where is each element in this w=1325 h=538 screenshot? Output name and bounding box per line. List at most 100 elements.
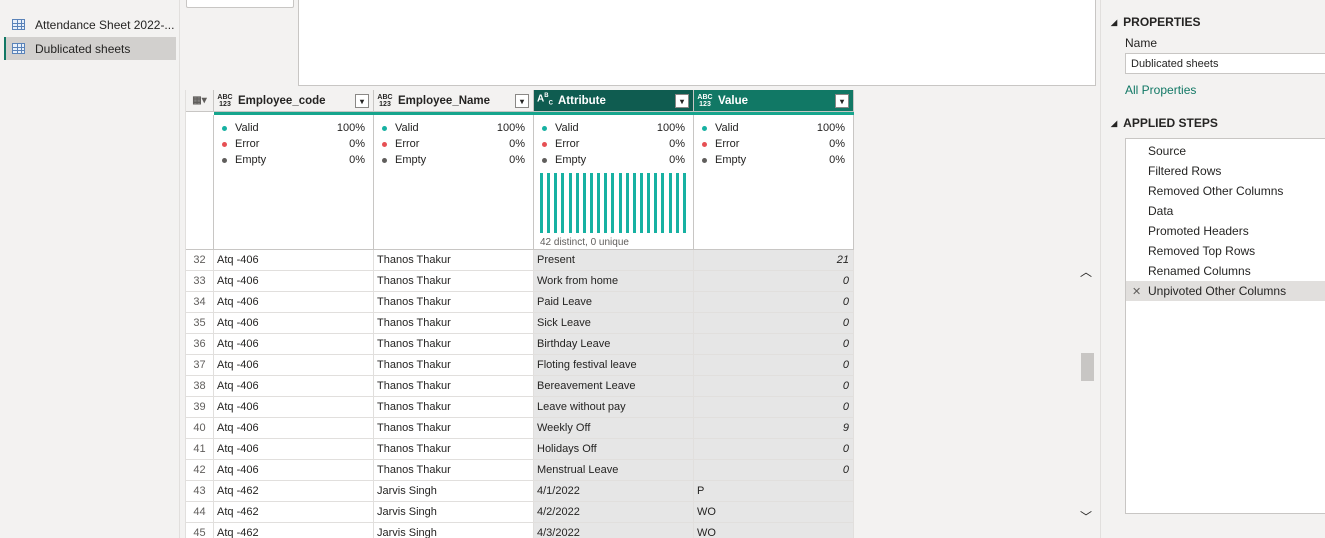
applied-step-item[interactable]: Removed Other Columns✱ — [1126, 181, 1325, 201]
applied-step-item[interactable]: Renamed Columns — [1126, 261, 1325, 281]
applied-steps-section-title[interactable]: ◢ APPLIED STEPS — [1111, 116, 1218, 130]
column-header-attribute[interactable]: ABC Attribute ▾ — [534, 90, 694, 112]
cell-employee-code[interactable]: Atq -406 — [214, 313, 374, 334]
row-number[interactable]: 39 — [186, 397, 214, 418]
table-row[interactable]: 42 Atq -406 Thanos Thakur Menstrual Leave 0 — [186, 460, 854, 481]
cell-value[interactable]: 0 — [694, 271, 854, 292]
cell-value[interactable]: 0 — [694, 313, 854, 334]
query-name-input[interactable] — [1125, 53, 1325, 74]
applied-step-item[interactable]: ✕ Unpivoted Other Columns — [1126, 281, 1325, 301]
cell-employee-code[interactable]: Atq -406 — [214, 250, 374, 271]
row-number[interactable]: 40 — [186, 418, 214, 439]
cell-employee-name[interactable]: Thanos Thakur — [374, 355, 534, 376]
cell-value[interactable]: 0 — [694, 439, 854, 460]
table-row[interactable]: 44 Atq -462 Jarvis Singh 4/2/2022 WO — [186, 502, 854, 523]
scroll-down-icon[interactable]: ﹀ — [1080, 508, 1092, 525]
table-row[interactable]: 36 Atq -406 Thanos Thakur Birthday Leave 0 — [186, 334, 854, 355]
cell-employee-name[interactable]: Thanos Thakur — [374, 334, 534, 355]
table-row[interactable]: 37 Atq -406 Thanos Thakur Floting festival … — [186, 355, 854, 376]
column-header-employee-code[interactable]: ABC 123 Employee_code ▾ — [214, 90, 374, 112]
vertical-scrollbar-thumb[interactable] — [1081, 353, 1094, 381]
query-item-dublicated-sheets[interactable]: Dublicated sheets — [4, 37, 176, 60]
table-row[interactable]: 43 Atq -462 Jarvis Singh 4/1/2022 P — [186, 481, 854, 502]
applied-step-item[interactable]: Data — [1126, 201, 1325, 221]
cell-employee-name[interactable]: Jarvis Singh — [374, 523, 534, 538]
distribution-chart[interactable] — [540, 173, 686, 233]
delete-step-icon[interactable]: ✕ — [1132, 285, 1141, 298]
table-row[interactable]: 40 Atq -406 Thanos Thakur Weekly Off 9 — [186, 418, 854, 439]
cell-employee-code[interactable]: Atq -406 — [214, 355, 374, 376]
cell-value[interactable]: 0 — [694, 376, 854, 397]
cell-attribute[interactable]: Paid Leave — [534, 292, 694, 313]
row-number[interactable]: 41 — [186, 439, 214, 460]
applied-step-item[interactable]: Promoted Headers✱ — [1126, 221, 1325, 241]
applied-step-item[interactable]: Removed Top Rows✱ — [1126, 241, 1325, 261]
filter-dropdown-icon[interactable]: ▾ — [355, 94, 369, 108]
row-number[interactable]: 45 — [186, 523, 214, 538]
cell-value[interactable]: 0 — [694, 292, 854, 313]
cell-employee-code[interactable]: Atq -406 — [214, 376, 374, 397]
cell-attribute[interactable]: Work from home — [534, 271, 694, 292]
row-number[interactable]: 37 — [186, 355, 214, 376]
table-row[interactable]: 33 Atq -406 Thanos Thakur Work from home 0 — [186, 271, 854, 292]
cell-value[interactable]: WO — [694, 523, 854, 538]
cell-attribute[interactable]: Holidays Off — [534, 439, 694, 460]
row-number[interactable]: 33 — [186, 271, 214, 292]
cell-attribute[interactable]: Sick Leave — [534, 313, 694, 334]
cell-employee-name[interactable]: Thanos Thakur — [374, 439, 534, 460]
row-number[interactable]: 42 — [186, 460, 214, 481]
cell-value[interactable]: 0 — [694, 334, 854, 355]
cell-attribute[interactable]: Leave without pay — [534, 397, 694, 418]
cell-attribute[interactable]: Present — [534, 250, 694, 271]
formula-bar-control[interactable] — [186, 0, 294, 8]
properties-section-title[interactable]: ◢ PROPERTIES — [1111, 15, 1201, 29]
cell-employee-code[interactable]: Atq -462 — [214, 481, 374, 502]
table-row[interactable]: 34 Atq -406 Thanos Thakur Paid Leave 0 — [186, 292, 854, 313]
cell-employee-code[interactable]: Atq -406 — [214, 397, 374, 418]
cell-employee-code[interactable]: Atq -406 — [214, 271, 374, 292]
scroll-up-icon[interactable]: ︿ — [1080, 263, 1092, 280]
cell-attribute[interactable]: Floting festival leave — [534, 355, 694, 376]
cell-employee-code[interactable]: Atq -406 — [214, 460, 374, 481]
cell-attribute[interactable]: Birthday Leave — [534, 334, 694, 355]
cell-attribute[interactable]: 4/3/2022 — [534, 523, 694, 538]
row-number[interactable]: 35 — [186, 313, 214, 334]
all-properties-link[interactable]: All Properties — [1125, 83, 1196, 97]
row-number[interactable]: 36 — [186, 334, 214, 355]
filter-dropdown-icon[interactable]: ▾ — [515, 94, 529, 108]
cell-employee-name[interactable]: Thanos Thakur — [374, 460, 534, 481]
table-row[interactable]: 38 Atq -406 Thanos Thakur Bereavement Leave… — [186, 376, 854, 397]
table-row[interactable]: 32 Atq -406 Thanos Thakur Present 21 — [186, 250, 854, 271]
cell-employee-name[interactable]: Thanos Thakur — [374, 376, 534, 397]
cell-employee-code[interactable]: Atq -406 — [214, 418, 374, 439]
filter-dropdown-icon[interactable]: ▾ — [675, 94, 689, 108]
cell-employee-name[interactable]: Thanos Thakur — [374, 292, 534, 313]
cell-value[interactable]: 0 — [694, 460, 854, 481]
cell-employee-code[interactable]: Atq -462 — [214, 523, 374, 538]
cell-employee-name[interactable]: Thanos Thakur — [374, 418, 534, 439]
cell-employee-name[interactable]: Thanos Thakur — [374, 250, 534, 271]
cell-employee-name[interactable]: Thanos Thakur — [374, 271, 534, 292]
formula-bar-editor[interactable] — [298, 0, 1096, 86]
applied-step-item[interactable]: Source✱ — [1126, 141, 1325, 161]
cell-employee-code[interactable]: Atq -406 — [214, 334, 374, 355]
cell-value[interactable]: 9 — [694, 418, 854, 439]
cell-employee-name[interactable]: Thanos Thakur — [374, 397, 534, 418]
column-header-value[interactable]: ABC 123 Value ▾ — [694, 90, 854, 112]
table-menu-button[interactable]: ▦▾ — [186, 90, 214, 112]
cell-value[interactable]: P — [694, 481, 854, 502]
cell-employee-code[interactable]: Atq -462 — [214, 502, 374, 523]
cell-employee-name[interactable]: Jarvis Singh — [374, 502, 534, 523]
cell-value[interactable]: 21 — [694, 250, 854, 271]
cell-employee-name[interactable]: Jarvis Singh — [374, 481, 534, 502]
table-row[interactable]: 39 Atq -406 Thanos Thakur Leave without pay… — [186, 397, 854, 418]
table-row[interactable]: 45 Atq -462 Jarvis Singh 4/3/2022 WO — [186, 523, 854, 538]
row-number[interactable]: 34 — [186, 292, 214, 313]
filter-dropdown-icon[interactable]: ▾ — [835, 94, 849, 108]
cell-value[interactable]: WO — [694, 502, 854, 523]
table-row[interactable]: 41 Atq -406 Thanos Thakur Holidays Off 0 — [186, 439, 854, 460]
cell-value[interactable]: 0 — [694, 355, 854, 376]
column-header-employee-name[interactable]: ABC 123 Employee_Name ▾ — [374, 90, 534, 112]
table-row[interactable]: 35 Atq -406 Thanos Thakur Sick Leave 0 — [186, 313, 854, 334]
cell-attribute[interactable]: 4/1/2022 — [534, 481, 694, 502]
